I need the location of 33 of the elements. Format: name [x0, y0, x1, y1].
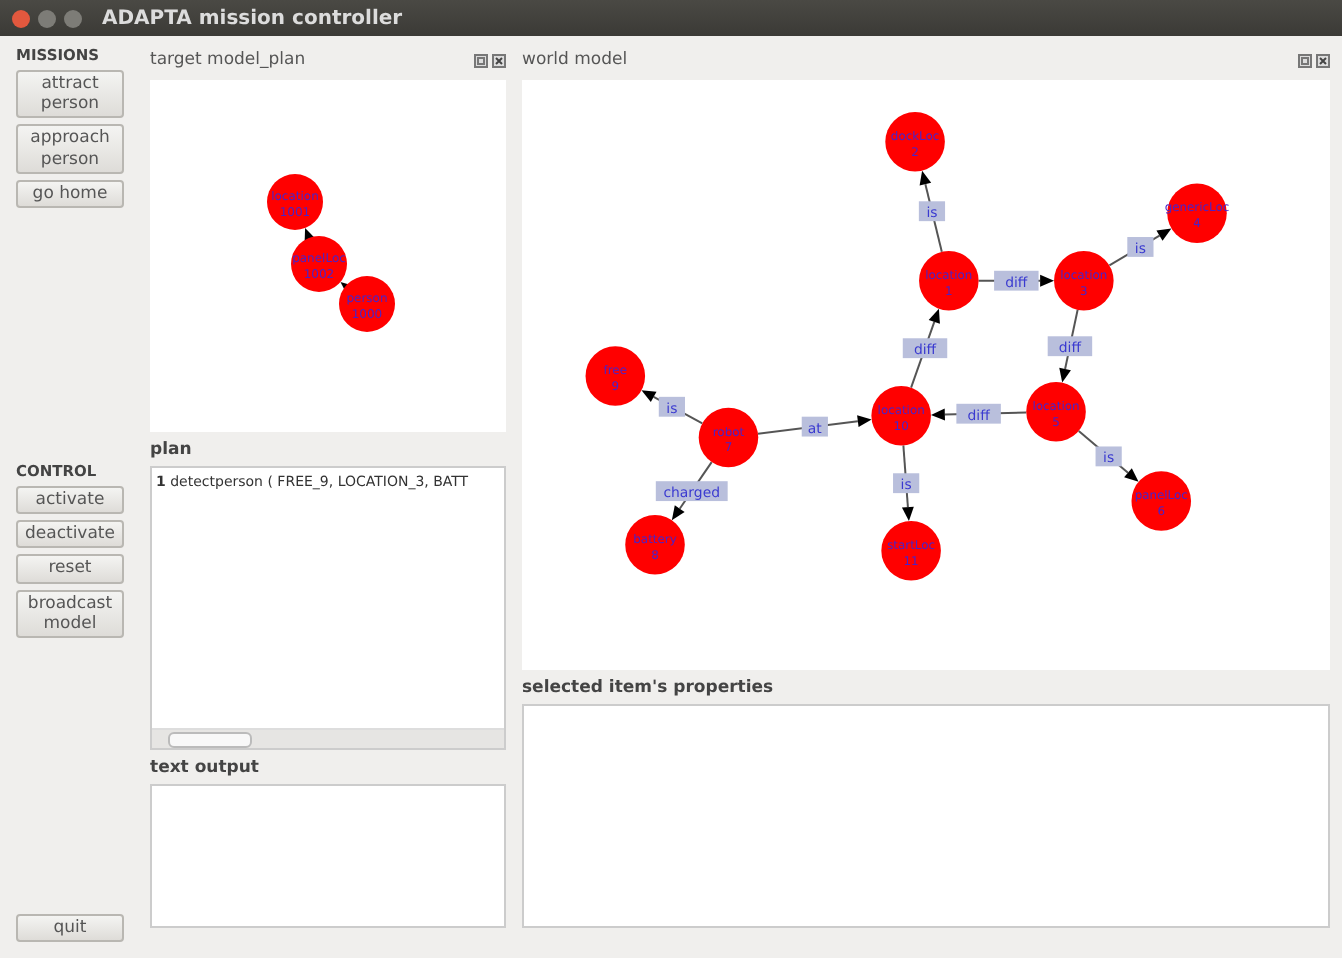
properties-heading: selected item's properties	[522, 678, 776, 698]
text-output-field[interactable]	[150, 784, 506, 928]
close-button[interactable]	[12, 9, 30, 27]
quit-button[interactable]: quit	[16, 913, 124, 942]
horizontal-scrollbar[interactable]	[152, 728, 504, 748]
scrollbar-thumb[interactable]	[168, 732, 252, 748]
edge-arrow	[901, 444, 914, 521]
edge-arrow	[757, 415, 872, 435]
control-button[interactable]: reset	[16, 554, 124, 583]
maximize-button[interactable]	[64, 9, 82, 27]
close-icon[interactable]	[1316, 53, 1330, 67]
properties-field[interactable]	[522, 704, 1330, 928]
close-icon[interactable]	[492, 53, 506, 67]
panel-title: target model_plan	[150, 50, 308, 70]
panel-title: world model	[522, 50, 630, 70]
edge-arrow	[641, 390, 704, 425]
float-icon[interactable]	[1298, 53, 1312, 67]
control-button[interactable]: broadcast model	[16, 589, 124, 638]
minimize-button[interactable]	[38, 9, 56, 27]
mission-button[interactable]: approach person	[16, 124, 124, 174]
mission-button[interactable]: attract person	[16, 70, 124, 119]
edge-arrow	[1059, 308, 1079, 383]
edge-arrow	[910, 308, 940, 389]
edge-arrow	[1108, 228, 1172, 267]
window-title: ADAPTA mission controller	[102, 7, 403, 29]
edge-arrow	[1077, 430, 1139, 482]
text-output-heading: text output	[150, 758, 261, 778]
edge-arrow	[977, 274, 1055, 287]
mission-button[interactable]: go home	[16, 179, 124, 208]
control-button[interactable]: activate	[16, 485, 124, 515]
plan-heading: plan	[150, 440, 194, 460]
control-button[interactable]: deactivate	[16, 520, 124, 549]
float-icon[interactable]	[474, 53, 488, 67]
